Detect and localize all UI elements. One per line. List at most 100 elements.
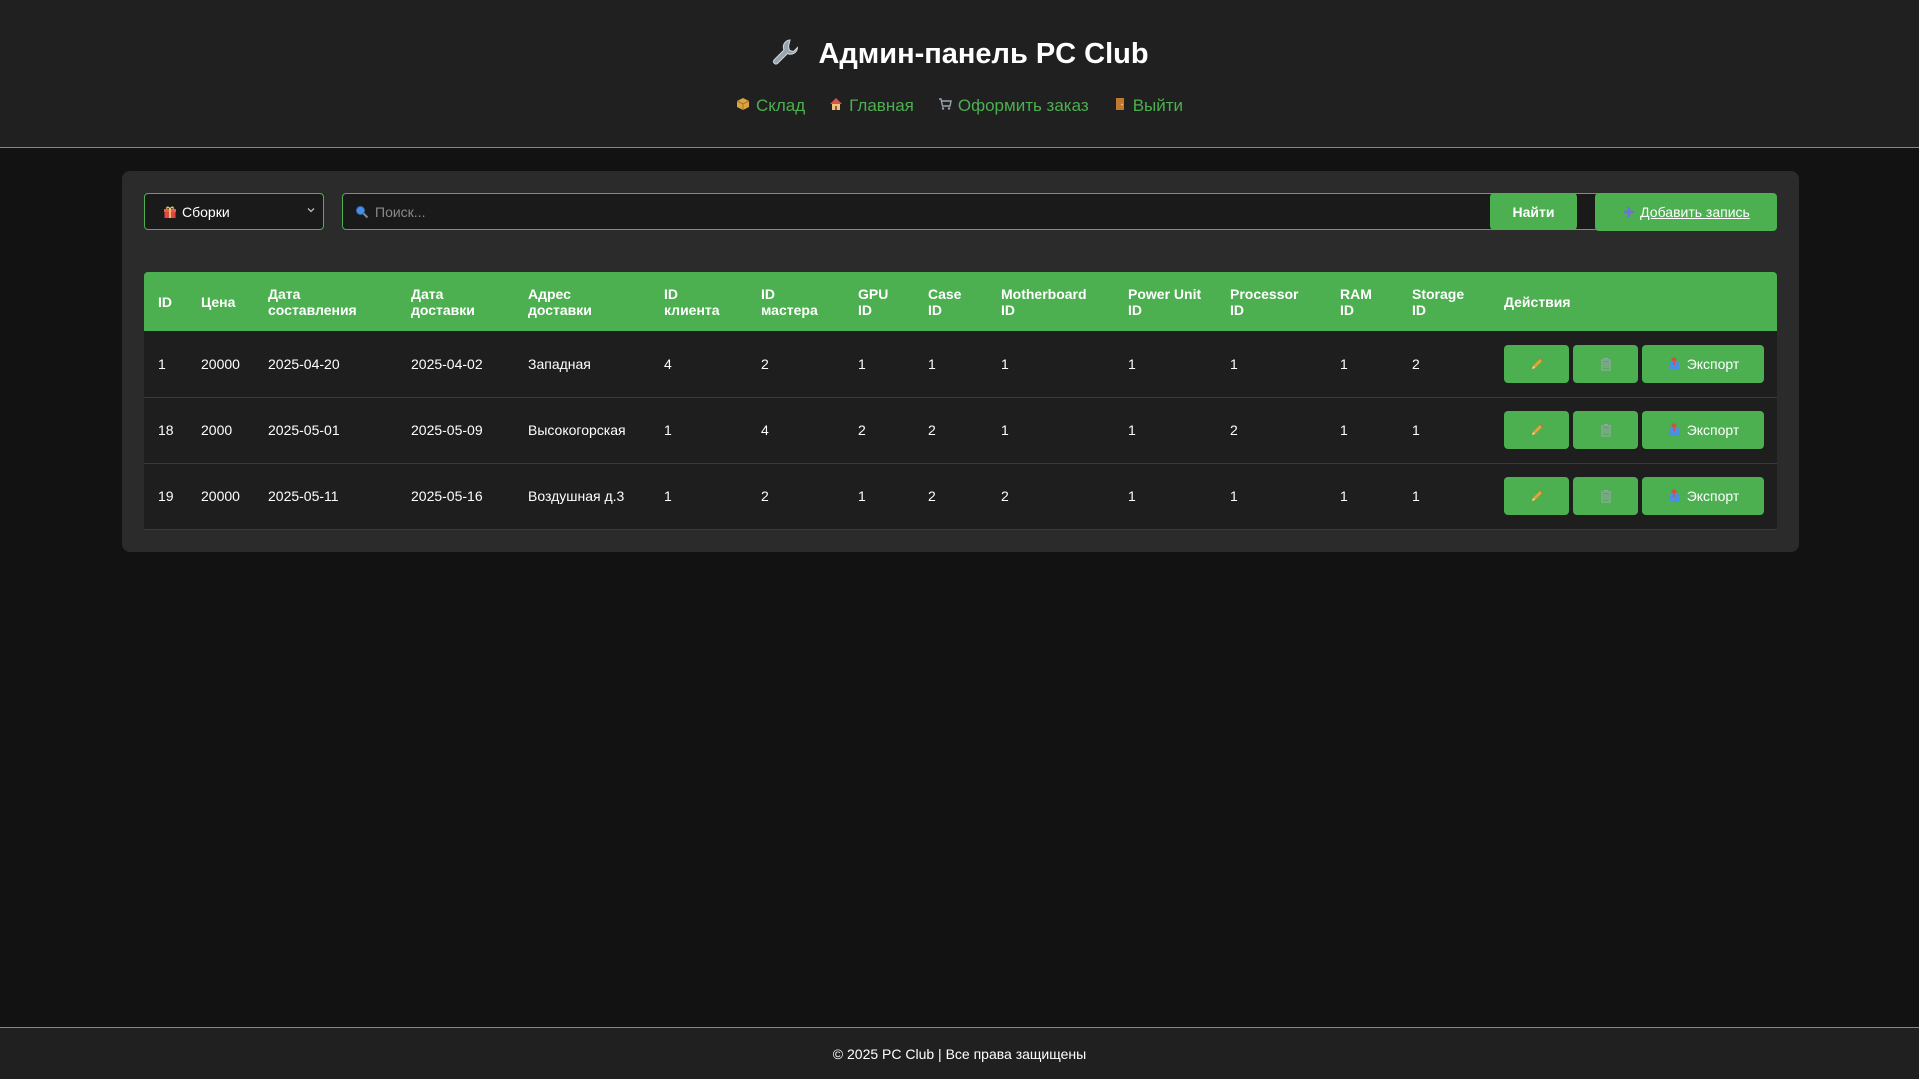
- page-title: Админ-панель PC Club: [0, 37, 1919, 71]
- table-cell: 2025-05-01: [268, 422, 340, 438]
- trash-icon: [1599, 357, 1613, 371]
- col-header-processor-id: Processor ID: [1230, 285, 1299, 318]
- table-cell: 2: [1412, 355, 1420, 372]
- table-cell: 1: [928, 355, 936, 372]
- table-cell: Высокогорская: [528, 422, 626, 438]
- table-header: ID Цена Дата составления Дата доставки Адр…: [144, 272, 1777, 331]
- nav-item-home[interactable]: Главная: [829, 96, 914, 116]
- table-cell: 2: [1001, 488, 1009, 504]
- house-icon: [829, 96, 843, 116]
- search-input[interactable]: [375, 203, 1575, 220]
- pencil-icon: [1530, 357, 1544, 371]
- nav-item-checkout[interactable]: Оформить заказ: [938, 96, 1089, 116]
- nav-item-checkout-label: Оформить заказ: [957, 96, 1089, 115]
- export-label: Экспорт: [1686, 422, 1740, 438]
- table-cell: 1: [1412, 422, 1420, 438]
- pencil-icon: [1530, 423, 1544, 437]
- row-actions: Экспорт: [1504, 344, 1777, 383]
- col-header-case-id: Case ID: [928, 285, 962, 318]
- col-header-ram-id: RAM ID: [1340, 285, 1372, 318]
- nav-item-warehouse[interactable]: Склад: [736, 96, 805, 116]
- col-header-gpu-id: GPU ID: [858, 285, 889, 318]
- col-header-actions: Действия: [1504, 293, 1571, 310]
- export-button[interactable]: Экспорт: [1642, 477, 1764, 515]
- table-cell: 4: [664, 355, 672, 372]
- search-field: [342, 193, 1604, 230]
- export-button[interactable]: Экспорт: [1642, 411, 1764, 449]
- table-cell: 1: [664, 422, 672, 438]
- table-cell: 1: [664, 488, 672, 504]
- plus-icon: [1622, 205, 1636, 219]
- gift-icon: [163, 205, 177, 219]
- table-cell: Воздушная д.3: [528, 488, 625, 504]
- table-cell: 1: [158, 355, 166, 372]
- records-table-wrap: ID Цена Дата составления Дата доставки Адр…: [144, 272, 1777, 530]
- table-cell: 1: [1128, 488, 1136, 504]
- col-header-delivery-address: Адрес доставки: [528, 285, 592, 318]
- add-record-label: Добавить запись: [1640, 204, 1750, 220]
- actions-cell: Экспорт: [1490, 397, 1777, 463]
- col-header-client-id: ID клиента: [664, 285, 720, 318]
- table-cell: 1: [1230, 355, 1238, 372]
- table-cell: 2025-05-16: [411, 488, 483, 504]
- export-label: Экспорт: [1686, 355, 1740, 372]
- export-icon: [1667, 356, 1681, 371]
- table-cell: 2: [928, 422, 936, 438]
- delete-button[interactable]: [1573, 411, 1638, 449]
- table-cell: 4: [761, 422, 769, 438]
- table-cell: 2: [761, 488, 769, 504]
- package-icon: [736, 96, 750, 116]
- table-body: 1 20000 2025-04-20 2025-04-02 Западная 4 2 1 1 1 1…: [144, 331, 1777, 529]
- main-nav: Склад Главная Оформить заказ Выйти: [0, 96, 1919, 116]
- footer: © 2025 PC Club | Все права защищены: [0, 1027, 1919, 1079]
- actions-cell: Экспорт: [1490, 331, 1777, 397]
- table-cell: 20000: [201, 355, 240, 372]
- col-header-motherboard-id: Motherboard ID: [1001, 285, 1087, 318]
- header: Админ-панель PC Club Склад Главная Оформ…: [0, 0, 1919, 148]
- edit-button[interactable]: [1504, 477, 1569, 515]
- row-actions: Экспорт: [1504, 411, 1777, 449]
- col-header-master-id: ID мастера: [761, 285, 818, 318]
- trash-icon: [1599, 489, 1613, 503]
- table-cell: 1: [1001, 355, 1009, 372]
- table-cell: 19: [158, 488, 174, 504]
- category-select[interactable]: Сборки: [144, 193, 324, 230]
- table-cell: 1: [858, 355, 866, 372]
- edit-button[interactable]: [1504, 411, 1569, 449]
- edit-button[interactable]: [1504, 344, 1569, 383]
- records-panel: Сборки Найти Добавить запись ID: [122, 171, 1799, 552]
- trash-icon: [1599, 423, 1613, 437]
- door-icon: [1113, 96, 1127, 116]
- nav-item-logout[interactable]: Выйти: [1113, 96, 1183, 116]
- export-icon: [1667, 489, 1681, 503]
- table-cell: 2025-05-11: [268, 488, 339, 504]
- table-cell: 2: [858, 422, 866, 438]
- records-table: ID Цена Дата составления Дата доставки Адр…: [144, 272, 1777, 530]
- table-row: 1 20000 2025-04-20 2025-04-02 Западная 4 2 1 1 1 1…: [144, 331, 1777, 397]
- nav-item-logout-label: Выйти: [1132, 96, 1184, 115]
- find-button[interactable]: Найти: [1490, 193, 1577, 230]
- table-cell: 20000: [201, 488, 240, 504]
- col-header-delivery-date: Дата доставки: [411, 285, 475, 318]
- search-icon: [355, 205, 369, 219]
- table-cell: 1: [1340, 355, 1348, 372]
- add-record-button[interactable]: Добавить запись: [1595, 193, 1777, 231]
- table-cell: 1: [1128, 355, 1136, 372]
- page-title-text: Админ-панель PC Club: [818, 38, 1149, 70]
- table-cell: 1: [1340, 422, 1348, 438]
- table-cell: 1: [1128, 422, 1136, 438]
- delete-button[interactable]: [1573, 344, 1638, 383]
- table-row: 18 2000 2025-05-01 2025-05-09 Высокогорская 1…: [144, 397, 1777, 463]
- delete-button[interactable]: [1573, 477, 1638, 515]
- export-icon: [1667, 423, 1681, 437]
- export-button[interactable]: Экспорт: [1642, 344, 1764, 383]
- table-cell: 18: [158, 422, 174, 438]
- wrench-icon: [770, 38, 808, 70]
- table-cell: Западная: [528, 355, 591, 372]
- pencil-icon: [1530, 489, 1544, 503]
- nav-item-home-label: Главная: [849, 96, 914, 115]
- table-cell: 1: [1412, 488, 1420, 504]
- col-header-id: ID: [158, 293, 172, 310]
- table-cell: 2025-04-20: [268, 355, 340, 372]
- table-cell: 2: [761, 355, 769, 372]
